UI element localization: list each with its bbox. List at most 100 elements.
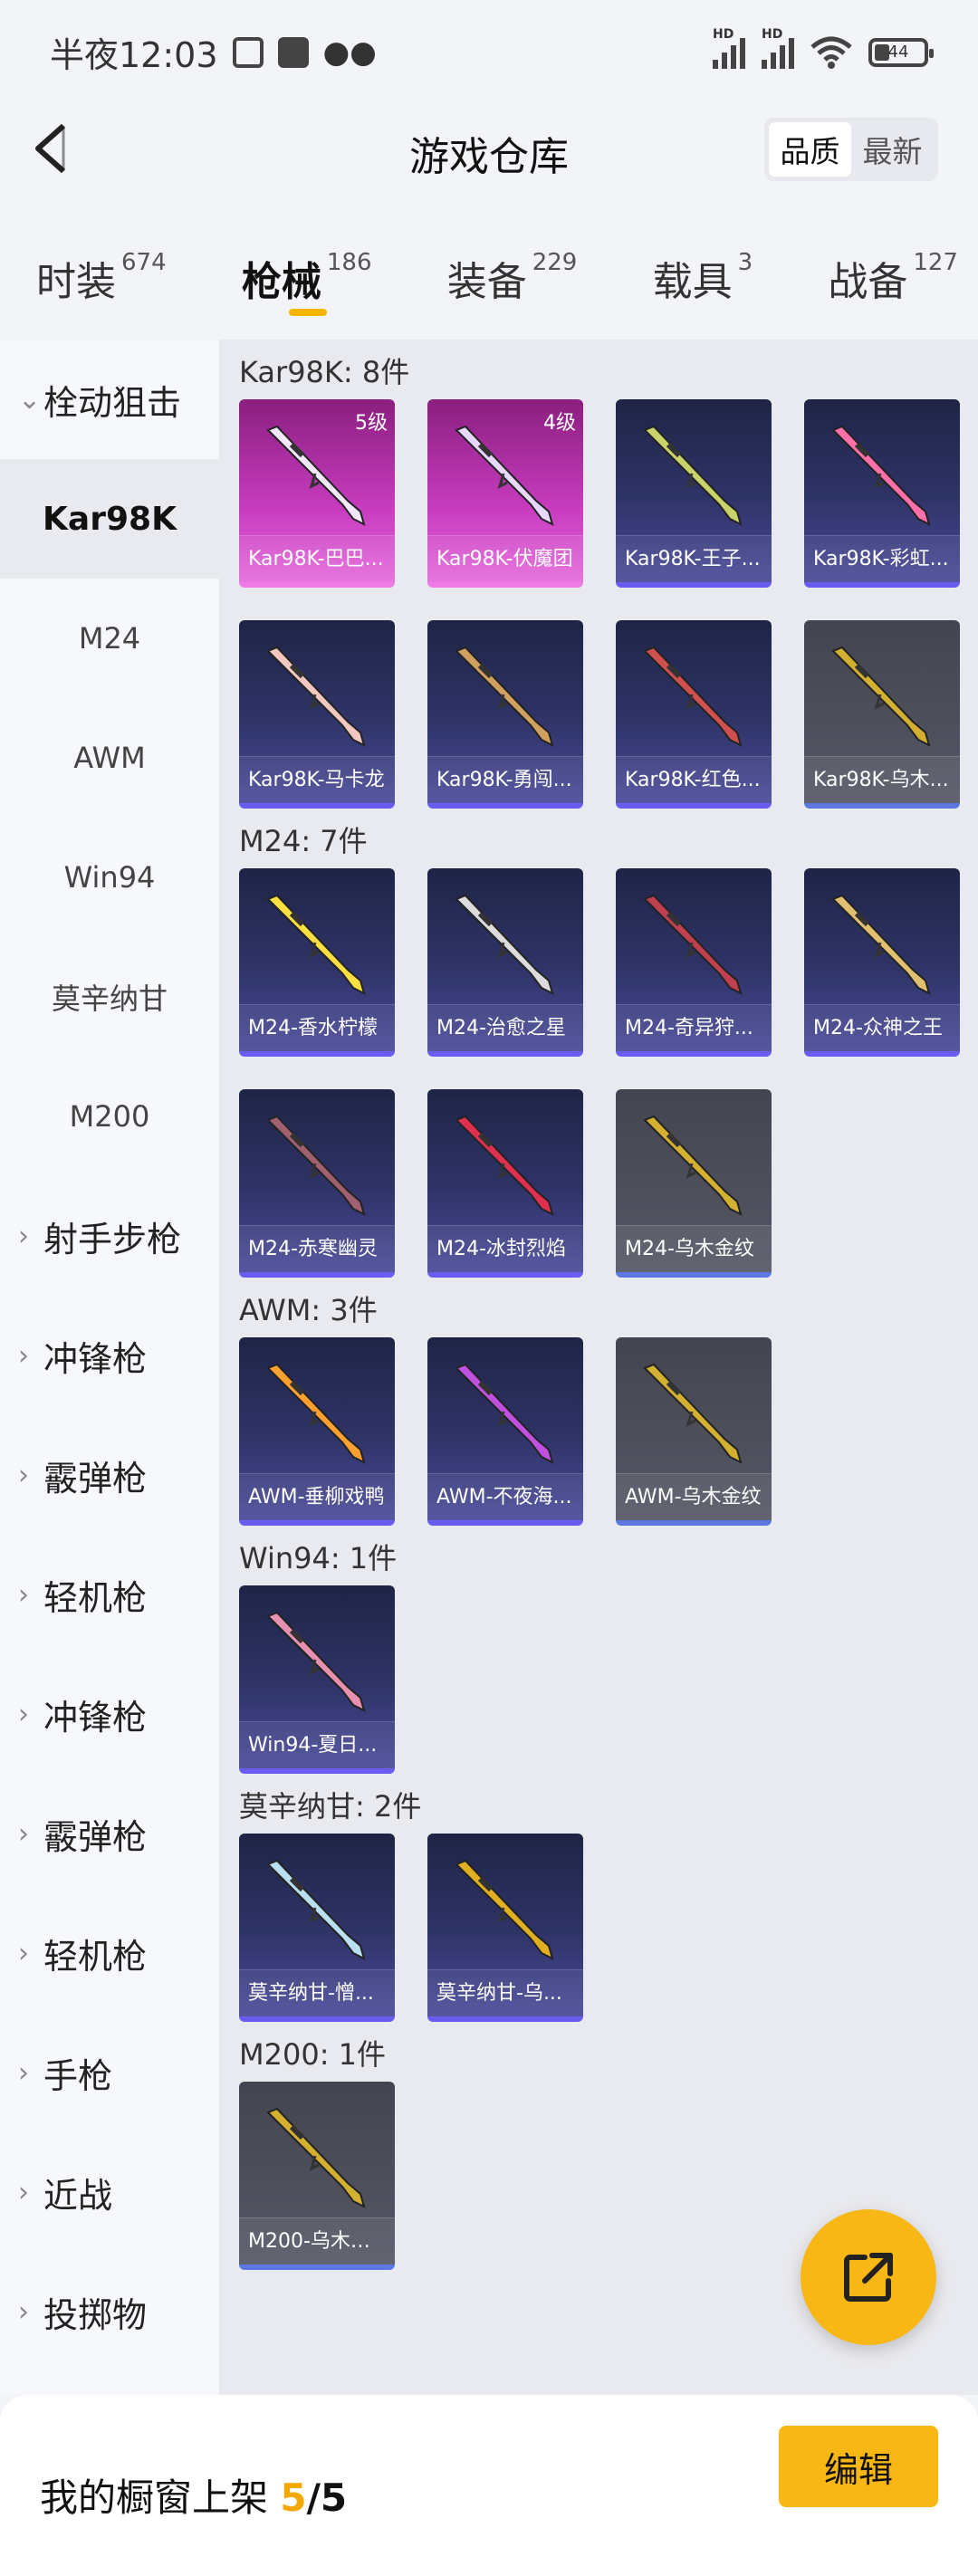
sort-quality-option[interactable]: 品质: [769, 122, 851, 177]
rifle-icon: [455, 646, 554, 747]
rifle-icon: [455, 1115, 554, 1216]
signal-icon: HD: [713, 27, 745, 69]
showcase-status: 我的橱窗上架 5/5: [40, 2475, 348, 2520]
skin-card[interactable]: 4级 Kar98K-伏魔团: [427, 399, 583, 588]
sidebar-item-label: 近战: [43, 2175, 113, 2216]
skin-card[interactable]: 莫辛纳甘-乌...: [427, 1834, 583, 2022]
skin-name: M24-乌木金纹: [616, 1225, 772, 1272]
sidebar-item-5[interactable]: 莫辛纳甘: [0, 937, 219, 1057]
app-notification-icon: [277, 36, 309, 68]
group-title: AWM: 3件: [239, 1293, 378, 1327]
sidebar-item-11[interactable]: › 冲锋枪: [0, 1654, 219, 1774]
skin-card[interactable]: 莫辛纳甘-憎...: [239, 1834, 395, 2022]
group-title: M24: 7件: [239, 824, 368, 858]
rifle-icon: [266, 1363, 366, 1464]
skin-name: Win94-夏日...: [239, 1721, 395, 1768]
skin-grid: Win94-夏日...: [239, 1585, 978, 1774]
sidebar-item-10[interactable]: › 轻机枪: [0, 1535, 219, 1654]
share-button[interactable]: [801, 2209, 936, 2345]
sidebar-item-12[interactable]: › 霰弹枪: [0, 1774, 219, 1893]
group-title: Win94: 1件: [239, 1541, 398, 1575]
skin-card[interactable]: AWM-不夜海...: [427, 1337, 583, 1526]
skin-card[interactable]: Kar98K-马卡龙: [239, 620, 395, 809]
skin-name: M24-冰封烈焰: [427, 1225, 583, 1272]
tab-supplies[interactable]: 战备 127: [828, 231, 958, 330]
skin-grid: AWM-垂柳戏鸭 AWM-不夜海... AWM-乌木金纹: [239, 1337, 978, 1526]
sidebar-item-label: 栓动狙击: [43, 382, 182, 423]
skin-name: AWM-乌木金纹: [616, 1473, 772, 1520]
sort-latest-option[interactable]: 最新: [851, 122, 934, 177]
tab-firearms[interactable]: 枪械 186: [242, 231, 372, 330]
sidebar-item-13[interactable]: › 轻机枪: [0, 1893, 219, 2013]
skin-name: M24-众神之王: [804, 1004, 960, 1051]
skin-card[interactable]: AWM-垂柳戏鸭: [239, 1337, 395, 1526]
rifle-icon: [266, 646, 366, 747]
weapon-category-sidebar: ⌄ 栓动狙击 Kar98K M24 AWM Win94 莫辛纳甘 M200 › 射手步枪 › 冲锋枪 ›…: [0, 340, 219, 2395]
sidebar-item-1[interactable]: Kar98K: [0, 459, 219, 579]
status-bar: 半夜12:03 ●● HD HD 44: [0, 0, 978, 104]
sidebar-item-15[interactable]: › 近战: [0, 2132, 219, 2252]
skin-card[interactable]: 5级 Kar98K-巴巴...: [239, 399, 395, 588]
sidebar-item-label: 射手步枪: [43, 1219, 182, 1259]
sidebar-item-label: 冲锋枪: [43, 1697, 148, 1738]
skin-card[interactable]: Kar98K-王子...: [616, 399, 772, 588]
sidebar-item-label: 霰弹枪: [43, 1458, 148, 1499]
rifle-icon: [455, 1363, 554, 1464]
chevron-right-icon: ›: [18, 1698, 29, 1730]
skin-card[interactable]: M24-乌木金纹: [616, 1089, 772, 1278]
skin-card[interactable]: Kar98K-红色...: [616, 620, 772, 809]
sidebar-item-8[interactable]: › 冲锋枪: [0, 1296, 219, 1415]
skin-card[interactable]: M200-乌木金...: [239, 2082, 395, 2270]
weapon-skin-list: Kar98K: 8件 5级 Kar98K-巴巴... 4级 Kar98K-伏魔团 Kar9…: [219, 340, 978, 2395]
sidebar-item-label: Win94: [63, 860, 156, 895]
skin-card[interactable]: M24-冰封烈焰: [427, 1089, 583, 1278]
sidebar-item-4[interactable]: Win94: [0, 818, 219, 937]
tab-fashion[interactable]: 时装 674: [36, 231, 167, 330]
rifle-icon: [831, 425, 931, 526]
skin-card[interactable]: AWM-乌木金纹: [616, 1337, 772, 1526]
sidebar-item-label: M24: [78, 621, 141, 656]
sort-toggle[interactable]: 品质 最新: [764, 118, 938, 181]
skin-card[interactable]: M24-香水柠檬: [239, 868, 395, 1057]
sidebar-item-3[interactable]: AWM: [0, 698, 219, 818]
tab-vehicles[interactable]: 载具 3: [653, 231, 753, 330]
chevron-right-icon: ›: [18, 2295, 29, 2328]
skin-card[interactable]: Kar98K-乌木...: [804, 620, 960, 809]
rifle-icon: [266, 894, 366, 995]
level-badge: 4级: [543, 412, 576, 435]
chevron-right-icon: ›: [18, 2176, 29, 2208]
skin-card[interactable]: M24-赤寒幽灵: [239, 1089, 395, 1278]
skin-grid: 5级 Kar98K-巴巴... 4级 Kar98K-伏魔团 Kar98K-王子... Ka…: [239, 399, 978, 809]
sidebar-item-7[interactable]: › 射手步枪: [0, 1176, 219, 1296]
edit-button[interactable]: 编辑: [779, 2426, 938, 2507]
skin-card[interactable]: Kar98K-彩虹...: [804, 399, 960, 588]
skin-name: Kar98K-王子...: [616, 535, 772, 582]
sidebar-item-16[interactable]: › 投掷物: [0, 2252, 219, 2371]
chevron-right-icon: ›: [18, 2056, 29, 2089]
skin-grid: M24-香水柠檬 M24-治愈之星 M24-奇异狩... M24-众神之王 M24-赤寒…: [239, 868, 978, 1278]
skin-card[interactable]: Kar98K-勇闯...: [427, 620, 583, 809]
sidebar-item-0[interactable]: ⌄ 栓动狙击: [0, 340, 219, 459]
sidebar-item-label: 轻机枪: [43, 1936, 148, 1977]
skin-name: M200-乌木金...: [239, 2217, 395, 2265]
sidebar-item-label: 投掷物: [43, 2294, 148, 2335]
group-title: M200: 1件: [239, 2037, 387, 2072]
skin-card[interactable]: Win94-夏日...: [239, 1585, 395, 1774]
skin-name: M24-奇异狩...: [616, 1004, 772, 1051]
sidebar-item-label: 霰弹枪: [43, 1816, 148, 1857]
sidebar-item-6[interactable]: M200: [0, 1057, 219, 1176]
skin-card[interactable]: M24-众神之王: [804, 868, 960, 1057]
sidebar-item-14[interactable]: › 手枪: [0, 2013, 219, 2132]
sidebar-item-9[interactable]: › 霰弹枪: [0, 1415, 219, 1535]
sidebar-item-2[interactable]: M24: [0, 579, 219, 698]
battery-icon: 44: [868, 37, 934, 67]
rifle-icon: [266, 1611, 366, 1712]
skin-card[interactable]: M24-奇异狩...: [616, 868, 772, 1057]
showcase-bar: 我的橱窗上架 5/5 编辑: [0, 2395, 978, 2576]
header: 游戏仓库 品质 最新: [0, 104, 978, 195]
chevron-right-icon: ›: [18, 1339, 29, 1372]
rifle-icon: [831, 646, 931, 747]
skin-name: Kar98K-巴巴...: [239, 535, 395, 582]
tab-equipment[interactable]: 装备 229: [447, 231, 578, 330]
skin-card[interactable]: M24-治愈之星: [427, 868, 583, 1057]
